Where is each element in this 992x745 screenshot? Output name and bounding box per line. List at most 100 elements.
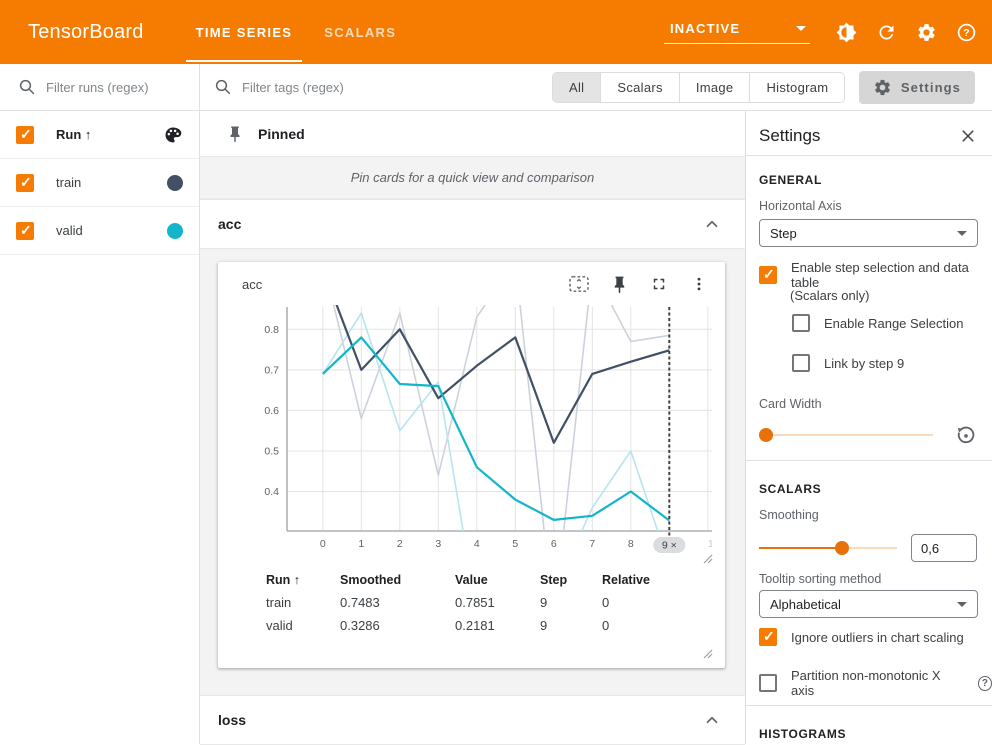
palette-icon[interactable]	[163, 125, 183, 145]
svg-text:0.5: 0.5	[264, 446, 279, 458]
resize-handle[interactable]	[702, 553, 713, 564]
partition-x-axis-checkbox[interactable]	[759, 674, 777, 692]
col-smoothed[interactable]: Smoothed	[340, 573, 455, 587]
pinned-empty-message: Pin cards for a quick view and compariso…	[351, 170, 595, 185]
svg-text:0.8: 0.8	[264, 324, 279, 336]
filter-chip-scalars[interactable]: Scalars	[601, 73, 679, 102]
chevron-up-icon	[703, 215, 721, 233]
partition-x-axis-toggle[interactable]: Partition non-monotonic X axis ?	[759, 668, 992, 698]
svg-text:8: 8	[628, 538, 634, 550]
range-selection-toggle[interactable]: Enable Range Selection	[792, 314, 964, 332]
filter-runs-input[interactable]: Filter runs (regex)	[46, 80, 149, 95]
pin-card-button[interactable]	[603, 268, 635, 300]
col-step[interactable]: Step	[540, 573, 602, 587]
train-color-swatch	[167, 175, 183, 191]
step-selection-toggle[interactable]: Enable step selection and data table	[759, 260, 992, 290]
refresh-button[interactable]	[866, 12, 906, 52]
close-icon[interactable]	[959, 127, 977, 145]
svg-text:3: 3	[435, 538, 441, 550]
select-all-runs-checkbox[interactable]	[16, 126, 34, 144]
filter-chip-image[interactable]: Image	[680, 73, 751, 102]
general-section-label: GENERAL	[759, 173, 822, 187]
app-header: TensorBoard TIME SERIES SCALARS INACTIVE	[0, 0, 992, 64]
scalars-section-label: SCALARS	[759, 482, 821, 496]
brightness-icon	[836, 22, 857, 43]
ignore-outliers-toggle[interactable]: Ignore outliers in chart scaling	[759, 628, 964, 646]
card-menu-button[interactable]	[683, 268, 715, 300]
filter-chip-histogram[interactable]: Histogram	[750, 73, 844, 102]
chevron-down-icon	[957, 231, 967, 236]
fit-domain-icon	[568, 275, 590, 293]
train-checkbox[interactable]	[16, 174, 34, 192]
run-column-header[interactable]: Run ↑	[56, 127, 163, 142]
smoothing-slider[interactable]	[759, 541, 897, 555]
col-relative[interactable]: Relative	[602, 573, 662, 587]
section-header-acc[interactable]: acc	[200, 199, 745, 249]
refresh-icon	[876, 22, 897, 43]
ignore-outliers-checkbox[interactable]	[759, 628, 777, 646]
valid-color-swatch	[167, 223, 183, 239]
run-label: train	[56, 175, 167, 190]
help-icon[interactable]: ?	[978, 676, 992, 691]
fullscreen-button[interactable]	[643, 268, 675, 300]
dark-mode-toggle-button[interactable]	[826, 12, 866, 52]
card-width-label: Card Width	[759, 397, 822, 411]
search-icon	[214, 78, 232, 96]
pinned-empty-state: Pin cards for a quick view and compariso…	[200, 157, 745, 199]
gear-icon	[916, 22, 937, 43]
chevron-down-icon	[957, 602, 967, 607]
svg-text:6: 6	[551, 538, 557, 550]
settings-gear-button[interactable]	[906, 12, 946, 52]
link-by-step-toggle[interactable]: Link by step 9	[792, 354, 904, 372]
runs-sidebar: Filter runs (regex) Run ↑ train valid	[0, 64, 200, 744]
help-icon: ?	[956, 22, 977, 43]
horizontal-axis-label: Horizontal Axis	[759, 199, 842, 213]
settings-button-label: Settings	[901, 80, 961, 95]
settings-button[interactable]: Settings	[859, 71, 975, 104]
range-selection-checkbox[interactable]	[792, 314, 810, 332]
settings-panel-title: Settings	[759, 126, 820, 146]
col-run[interactable]: Run ↑	[266, 573, 340, 587]
filter-tags-input[interactable]: Filter tags (regex)	[242, 80, 344, 95]
pinned-section-header: Pinned	[200, 111, 745, 157]
pinned-label: Pinned	[258, 126, 305, 142]
tab-time-series[interactable]: TIME SERIES	[180, 0, 309, 64]
valid-checkbox[interactable]	[16, 222, 34, 240]
card-title: acc	[242, 277, 563, 292]
tags-toolbar: Filter tags (regex) All Scalars Image Hi…	[200, 64, 992, 111]
more-vert-icon	[690, 275, 708, 293]
scalar-card-acc: acc	[218, 262, 725, 668]
section-header-loss[interactable]: loss	[200, 695, 745, 745]
svg-text:0.7: 0.7	[264, 364, 279, 376]
chevron-up-icon	[703, 711, 721, 729]
histograms-section-label: HISTOGRAMS	[759, 727, 846, 741]
run-row-valid[interactable]: valid	[0, 207, 199, 255]
gear-icon	[873, 78, 892, 97]
cards-area: Pinned Pin cards for a quick view and co…	[200, 111, 745, 744]
filter-chip-all[interactable]: All	[553, 73, 601, 102]
help-button[interactable]: ?	[946, 12, 986, 52]
run-status-select[interactable]: INACTIVE	[664, 21, 810, 44]
chevron-down-icon	[796, 26, 806, 31]
svg-text:0.4: 0.4	[264, 486, 279, 498]
run-row-train[interactable]: train	[0, 159, 199, 207]
col-value[interactable]: Value	[455, 573, 540, 587]
tooltip-sorting-select[interactable]: Alphabetical	[759, 590, 978, 618]
resize-handle[interactable]	[702, 648, 713, 659]
svg-text:7: 7	[589, 538, 595, 550]
horizontal-axis-select[interactable]: Step	[759, 219, 978, 247]
svg-text:?: ?	[963, 27, 969, 39]
run-header-row: Run ↑	[0, 111, 199, 159]
tab-scalars[interactable]: SCALARS	[308, 0, 412, 64]
smoothing-value-input[interactable]	[911, 534, 977, 562]
link-by-step-checkbox[interactable]	[792, 354, 810, 372]
smoothing-label: Smoothing	[759, 508, 819, 522]
step-selection-checkbox[interactable]	[759, 266, 777, 284]
acc-line-chart[interactable]: 0.40.50.60.70.801234567819 ×	[230, 300, 712, 558]
reset-card-width-icon[interactable]	[955, 424, 977, 446]
svg-text:4: 4	[474, 538, 480, 550]
fit-to-data-button[interactable]	[563, 268, 595, 300]
main-tabs: TIME SERIES SCALARS	[180, 0, 413, 64]
search-icon	[18, 78, 36, 96]
card-width-slider[interactable]	[759, 428, 933, 442]
